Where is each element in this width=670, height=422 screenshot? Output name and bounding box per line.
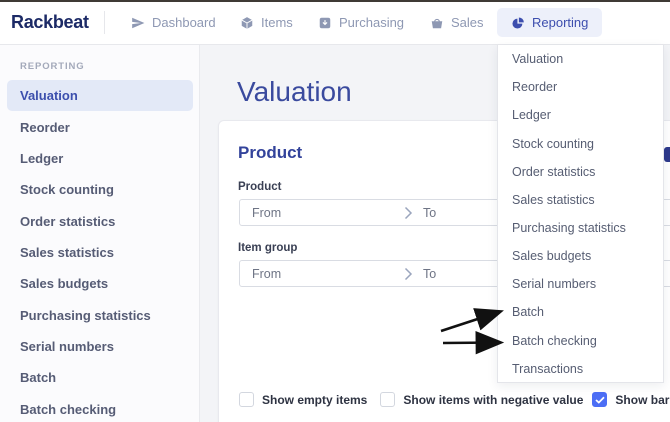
- item-group-from-input[interactable]: From: [252, 267, 281, 281]
- sidebar-item-valuation[interactable]: Valuation: [7, 80, 193, 111]
- reporting-dropdown-menu: Valuation Reorder Ledger Stock counting …: [497, 45, 664, 383]
- product-to-input[interactable]: To: [423, 206, 436, 220]
- checkbox-label: Show barred: [615, 393, 670, 407]
- sidebar-item-batch[interactable]: Batch: [7, 362, 193, 393]
- nav-label: Items: [261, 15, 293, 30]
- checkbox-show-barred[interactable]: Show barred: [592, 392, 670, 407]
- checkbox-show-items-negative-value[interactable]: Show items with negative value: [380, 392, 583, 407]
- menu-item-ledger[interactable]: Ledger: [498, 101, 663, 129]
- sidebar-item-serial-numbers[interactable]: Serial numbers: [7, 331, 193, 362]
- sidebar-item-reorder[interactable]: Reorder: [7, 111, 193, 142]
- sidebar-list: Valuation Reorder Ledger Stock counting …: [0, 80, 200, 422]
- sidebar-item-sales-budgets[interactable]: Sales budgets: [7, 268, 193, 299]
- checkbox-unchecked-icon[interactable]: [239, 392, 254, 407]
- nav-divider: [104, 11, 105, 34]
- nav-item-items[interactable]: Items: [240, 0, 293, 45]
- chevron-right-icon: [404, 206, 413, 225]
- menu-item-purchasing-statistics[interactable]: Purchasing statistics: [498, 214, 663, 242]
- menu-item-transactions[interactable]: Transactions: [498, 355, 663, 383]
- card-heading: Product: [238, 143, 302, 163]
- cropped-edge-element: [664, 147, 670, 162]
- checkbox-show-empty-items[interactable]: Show empty items: [239, 392, 367, 407]
- nav-item-dashboard[interactable]: Dashboard: [131, 0, 216, 45]
- menu-item-serial-numbers[interactable]: Serial numbers: [498, 270, 663, 298]
- item-group-field-label: Item group: [238, 242, 297, 254]
- nav-label: Sales: [451, 15, 484, 30]
- item-group-to-input[interactable]: To: [423, 267, 436, 281]
- app-window: Rackbeat Dashboard Items Purchasing Sale: [0, 0, 670, 422]
- nav-item-reporting[interactable]: Reporting: [497, 8, 602, 37]
- nav-item-purchasing[interactable]: Purchasing: [318, 0, 404, 45]
- pie-chart-icon: [511, 16, 525, 30]
- window-top-edge: [0, 0, 670, 2]
- sidebar-item-order-statistics[interactable]: Order statistics: [7, 205, 193, 236]
- checkbox-row: Show empty items Show items with negativ…: [239, 392, 670, 407]
- menu-item-order-statistics[interactable]: Order statistics: [498, 158, 663, 186]
- brand-logo[interactable]: Rackbeat: [11, 0, 89, 45]
- nav-item-sales[interactable]: Sales: [430, 0, 484, 45]
- sidebar-item-purchasing-statistics[interactable]: Purchasing statistics: [7, 299, 193, 330]
- menu-item-sales-statistics[interactable]: Sales statistics: [498, 186, 663, 214]
- menu-item-batch[interactable]: Batch: [498, 298, 663, 326]
- product-from-input[interactable]: From: [252, 206, 281, 220]
- checkbox-label: Show items with negative value: [403, 393, 583, 407]
- basket-icon: [430, 16, 444, 30]
- nav-label: Purchasing: [339, 15, 404, 30]
- top-navbar: Rackbeat Dashboard Items Purchasing Sale: [0, 0, 670, 45]
- nav-label: Dashboard: [152, 15, 216, 30]
- sidebar-item-sales-statistics[interactable]: Sales statistics: [7, 237, 193, 268]
- menu-item-valuation[interactable]: Valuation: [498, 45, 663, 73]
- checkbox-unchecked-icon[interactable]: [380, 392, 395, 407]
- menu-item-stock-counting[interactable]: Stock counting: [498, 129, 663, 157]
- menu-item-sales-budgets[interactable]: Sales budgets: [498, 242, 663, 270]
- sidebar-item-batch-checking[interactable]: Batch checking: [7, 393, 193, 422]
- product-field-label: Product: [238, 181, 281, 193]
- menu-item-reorder[interactable]: Reorder: [498, 73, 663, 101]
- reporting-sidebar: REPORTING Valuation Reorder Ledger Stock…: [0, 45, 200, 422]
- page-title: Valuation: [237, 76, 352, 108]
- chevron-right-icon: [404, 267, 413, 286]
- paper-plane-icon: [131, 16, 145, 30]
- nav-label: Reporting: [532, 15, 588, 30]
- checkbox-checked-icon[interactable]: [592, 392, 607, 407]
- menu-item-batch-checking[interactable]: Batch checking: [498, 327, 663, 355]
- package-down-icon: [318, 16, 332, 30]
- checkbox-label: Show empty items: [262, 393, 367, 407]
- cube-icon: [240, 16, 254, 30]
- sidebar-item-stock-counting[interactable]: Stock counting: [7, 174, 193, 205]
- sidebar-section-label: REPORTING: [20, 61, 85, 72]
- sidebar-item-ledger[interactable]: Ledger: [7, 143, 193, 174]
